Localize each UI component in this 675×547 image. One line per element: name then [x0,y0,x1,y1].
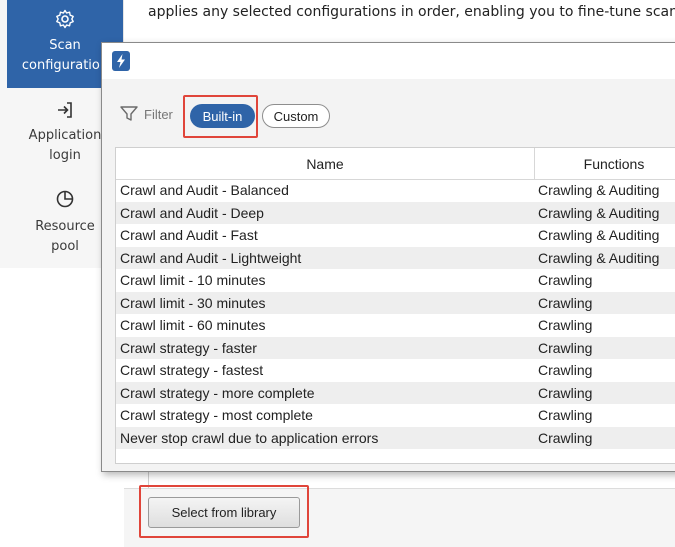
lightning-icon [112,51,130,71]
column-header-name[interactable]: Name [116,148,535,179]
cell-functions: Crawling [538,407,593,424]
table-row[interactable]: Never stop crawl due to application erro… [116,426,675,449]
filter-label: Filter [144,106,173,122]
select-button-highlight [139,485,309,538]
cell-name: Crawl and Audit - Lightweight [120,249,302,266]
sidebar-item-label: Scan configuration [21,38,109,73]
cell-name: Crawl strategy - most complete [120,407,313,424]
cell-name: Crawl limit - 30 minutes [120,294,266,311]
table-row[interactable]: Crawl strategy - faster Crawling [116,336,675,359]
table-body: Crawl and Audit - Balanced Crawling & Aud… [116,179,675,449]
filter-bar: Filter [120,100,173,128]
cell-name: Never stop crawl due to application erro… [120,429,379,446]
table-header: Name Functions [116,148,675,180]
table-row[interactable]: Crawl limit - 10 minutes Crawling [116,269,675,292]
cell-functions: Crawling & Auditing [538,249,660,266]
pie-chart-icon [56,190,74,208]
cell-name: Crawl and Audit - Deep [120,204,264,221]
table-row[interactable]: Crawl and Audit - Fast Crawling & Auditin… [116,224,675,247]
gear-icon [56,9,74,29]
funnel-icon [120,106,138,121]
table-row[interactable]: Crawl and Audit - Balanced Crawling & Aud… [116,179,675,202]
cell-name: Crawl and Audit - Balanced [120,182,289,199]
login-arrow-icon [58,102,72,118]
table-row[interactable]: Crawl and Audit - Lightweight Crawling & … [116,246,675,269]
column-header-functions[interactable]: Functions [535,148,675,179]
cell-functions: Crawling & Auditing [538,182,660,199]
description-text: applies any selected configurations in o… [148,4,675,20]
cell-functions: Crawling [538,317,593,334]
cell-name: Crawl strategy - faster [120,339,257,356]
cell-functions: Crawling [538,362,593,379]
table-row[interactable]: Crawl and Audit - Deep Crawling & Auditin… [116,201,675,224]
table-row[interactable]: Crawl strategy - more complete Crawling [116,381,675,404]
cell-functions: Crawling & Auditing [538,204,660,221]
table-row[interactable]: Crawl limit - 30 minutes Crawling [116,291,675,314]
dialog-titlebar [102,43,675,79]
configuration-library-dialog: Filter Built-in Custom Name Functions Cr… [101,42,675,472]
configurations-table: Name Functions Crawl and Audit - Balance… [115,147,675,464]
cell-functions: Crawling [538,429,593,446]
sidebar-item-label: Resource pool [35,219,95,254]
cell-functions: Crawling [538,294,593,311]
cell-functions: Crawling [538,339,593,356]
filter-custom-toggle[interactable]: Custom [262,104,330,128]
cell-functions: Crawling & Auditing [538,227,660,244]
table-row[interactable]: Crawl strategy - most complete Crawling [116,404,675,427]
sidebar-item-label: Application login [28,128,102,163]
cell-name: Crawl limit - 10 minutes [120,272,266,289]
table-row[interactable]: Crawl limit - 60 minutes Crawling [116,314,675,337]
table-row[interactable]: Crawl strategy - fastest Crawling [116,359,675,382]
cell-name: Crawl strategy - more complete [120,384,315,401]
cell-functions: Crawling [538,384,593,401]
cell-functions: Crawling [538,272,593,289]
cell-name: Crawl and Audit - Fast [120,227,258,244]
cell-name: Crawl limit - 60 minutes [120,317,266,334]
cell-name: Crawl strategy - fastest [120,362,264,379]
builtin-highlight [183,95,258,138]
